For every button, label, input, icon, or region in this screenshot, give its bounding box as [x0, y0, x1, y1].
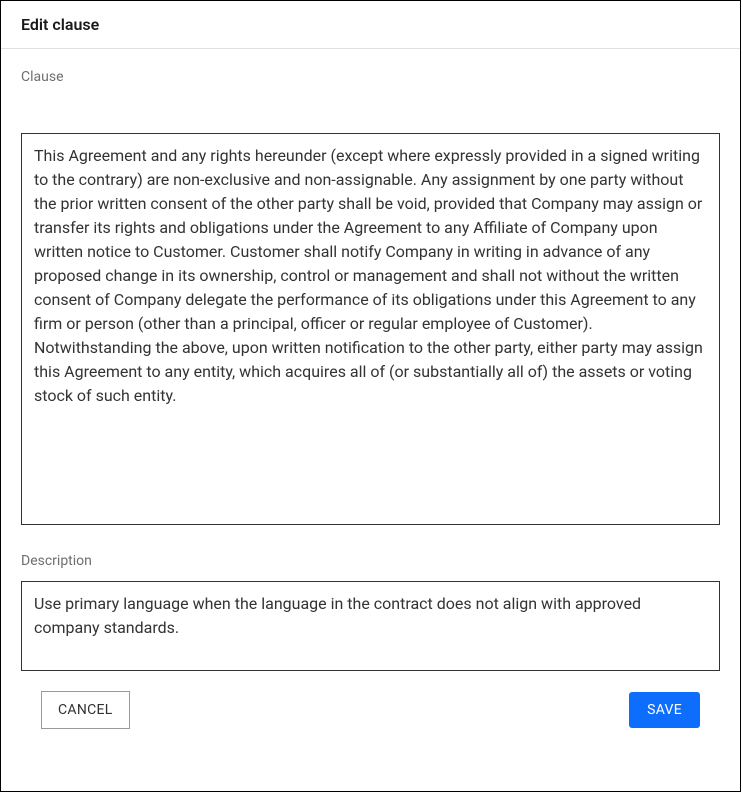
dialog-title: Edit clause: [21, 15, 720, 34]
edit-clause-dialog: Edit clause Clause Description CANCEL SA…: [0, 0, 741, 792]
clause-label: Clause: [21, 69, 720, 85]
cancel-button[interactable]: CANCEL: [41, 691, 130, 729]
clause-textarea[interactable]: [21, 133, 720, 525]
description-label: Description: [21, 553, 720, 569]
description-textarea[interactable]: [21, 581, 720, 671]
save-button[interactable]: SAVE: [629, 692, 700, 728]
clause-form-group: Clause: [21, 69, 720, 525]
dialog-footer: CANCEL SAVE: [21, 691, 720, 749]
dialog-header: Edit clause: [1, 1, 740, 49]
description-form-group: Description: [21, 525, 720, 671]
dialog-body: Clause Description CANCEL SAVE: [1, 49, 740, 791]
